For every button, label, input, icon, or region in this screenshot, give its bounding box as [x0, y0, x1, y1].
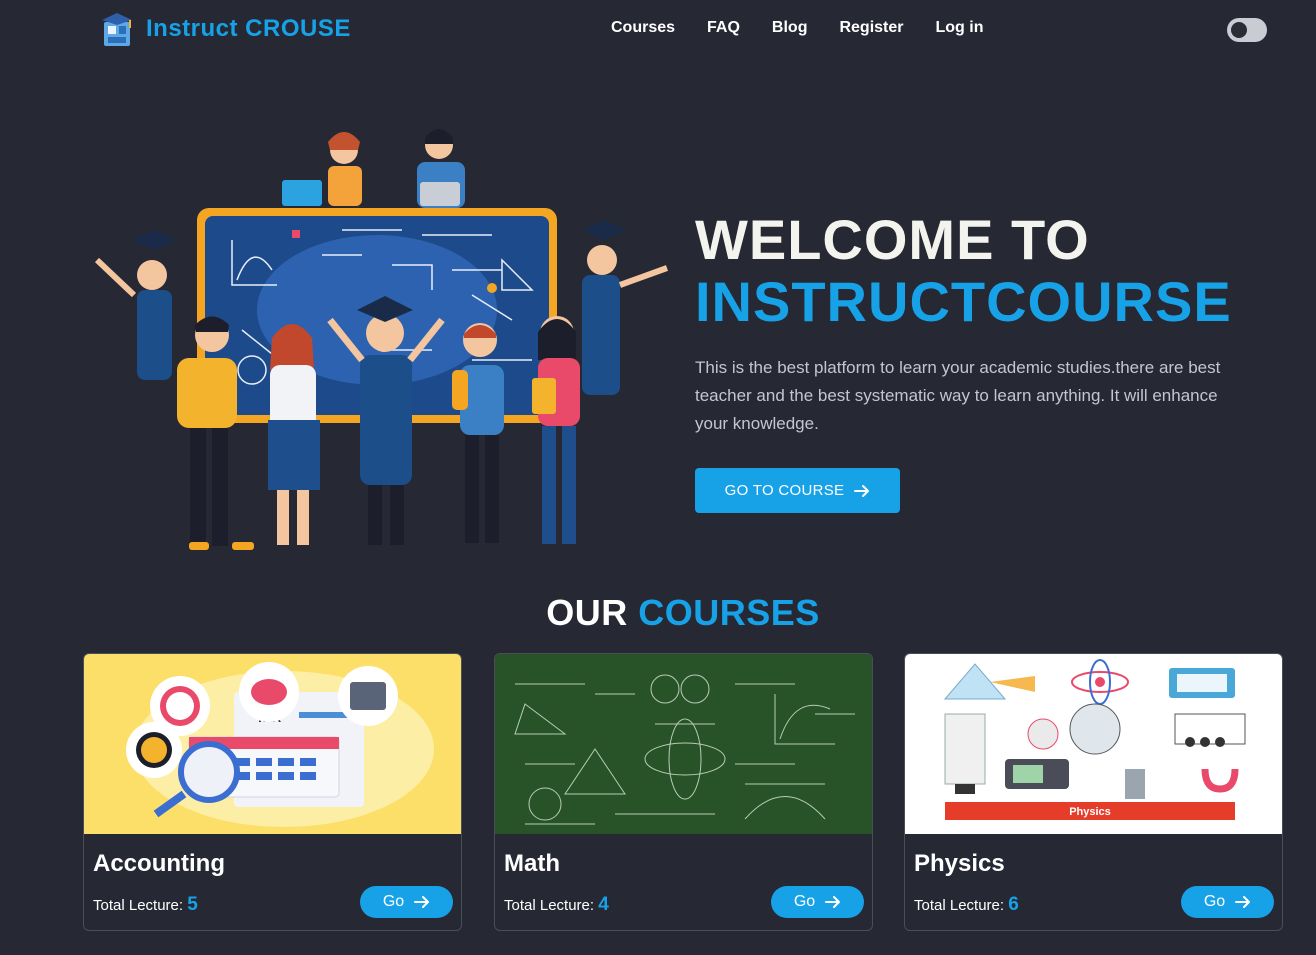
course-card-accounting: TAX Accounting Total Lecture: 5 Go	[83, 653, 462, 931]
go-label: Go	[793, 893, 816, 910]
physics-instruments-illustration: Physics	[905, 654, 1282, 834]
hero-title-line2: INSTRUCTCOURSE	[695, 270, 1232, 333]
svg-text:Physics: Physics	[1069, 806, 1111, 818]
course-lecture-info: Total Lecture: 4	[504, 894, 609, 916]
course-card-math: Math Total Lecture: 4 Go	[494, 653, 873, 931]
lecture-label: Total Lecture:	[93, 897, 184, 914]
go-label: Go	[382, 893, 405, 910]
course-title: Math	[504, 850, 560, 877]
course-title: Physics	[914, 850, 1005, 877]
top-navbar: Instruct CROUSE Courses FAQ Blog Registe…	[0, 0, 1316, 60]
arrow-right-icon	[825, 896, 841, 908]
arrow-right-icon	[414, 896, 430, 908]
course-card-physics: Physics Physics Total Lecture: 6 Go	[904, 653, 1283, 931]
lecture-count: 5	[187, 894, 198, 915]
go-to-course-label: GO TO COURSE	[724, 482, 845, 499]
go-label: Go	[1203, 893, 1226, 910]
lecture-count: 6	[1008, 894, 1019, 915]
students-with-chalkboard-illustration	[94, 129, 669, 550]
nav-link-register[interactable]: Register	[839, 19, 903, 37]
hero-section: WELCOME TO INSTRUCTCOURSE This is the be…	[695, 208, 1275, 513]
go-to-course-button[interactable]: GO TO COURSE	[695, 468, 900, 513]
course-go-button[interactable]: Go	[771, 886, 864, 918]
arrow-right-icon	[1235, 896, 1251, 908]
school-building-icon	[102, 13, 132, 46]
lecture-label: Total Lecture:	[914, 897, 1005, 914]
hero-title-line1: WELCOME TO	[695, 208, 1090, 271]
dark-mode-toggle[interactable]	[1227, 18, 1267, 42]
course-go-button[interactable]: Go	[360, 886, 453, 918]
course-lecture-info: Total Lecture: 5	[93, 894, 198, 916]
brand-name: Instruct CROUSE	[146, 15, 351, 42]
toggle-knob	[1231, 22, 1247, 38]
lecture-count: 4	[598, 894, 609, 915]
nav-link-blog[interactable]: Blog	[772, 19, 808, 37]
nav-links: Courses FAQ Blog Register Log in	[611, 19, 1015, 37]
lecture-label: Total Lecture:	[504, 897, 595, 914]
course-go-button[interactable]: Go	[1181, 886, 1274, 918]
accounting-tax-illustration: TAX	[84, 654, 461, 834]
nav-link-login[interactable]: Log in	[936, 19, 984, 37]
our-courses-heading: OUR COURSES	[0, 592, 1316, 634]
brand-logo[interactable]: Instruct CROUSE	[98, 10, 351, 48]
math-chalkboard-image	[495, 654, 872, 834]
course-title: Accounting	[93, 850, 225, 877]
nav-link-faq[interactable]: FAQ	[707, 19, 740, 37]
arrow-right-icon	[854, 484, 870, 497]
course-lecture-info: Total Lecture: 6	[914, 894, 1019, 916]
heading-white-part: OUR	[546, 592, 628, 633]
heading-blue-part: COURSES	[638, 592, 820, 633]
hero-description: This is the best platform to learn your …	[695, 358, 1221, 433]
nav-link-courses[interactable]: Courses	[611, 19, 675, 37]
